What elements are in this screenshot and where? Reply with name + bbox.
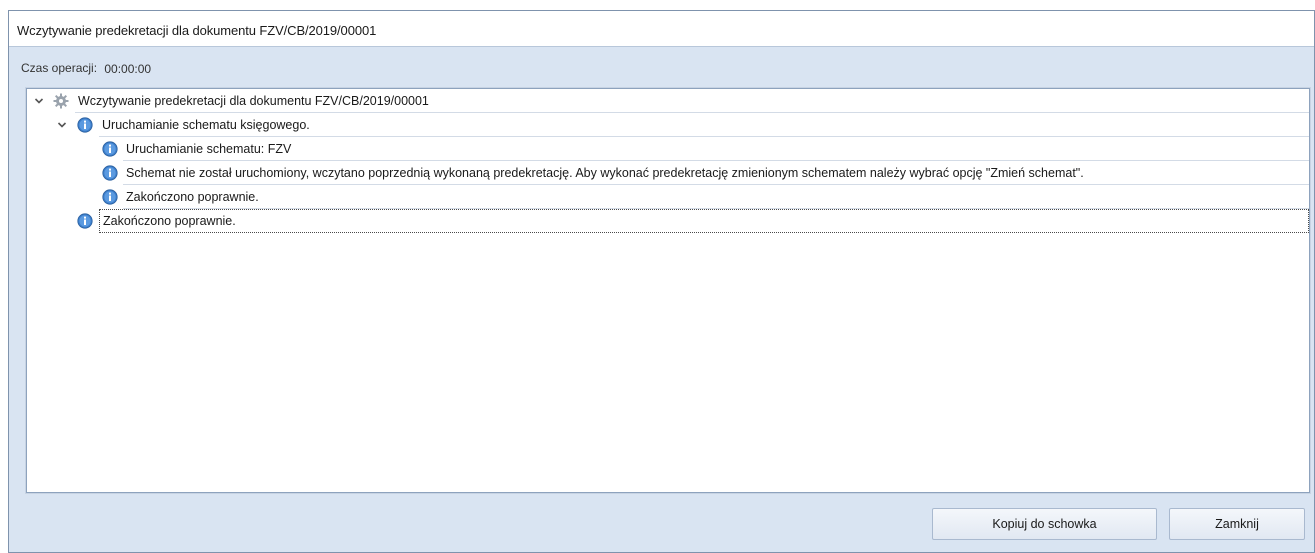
- tree-row-child-1-label: Uruchamianie schematu: FZV: [123, 137, 1309, 161]
- tree-row-child-2[interactable]: Schemat nie został uruchomiony, wczytano…: [27, 161, 1309, 185]
- tree-row-result[interactable]: Zakończono poprawnie.: [27, 209, 1309, 233]
- tree-row-root-label: Wczytywanie predekretacji dla dokumentu …: [75, 89, 1309, 113]
- info-icon: [102, 141, 118, 157]
- close-button[interactable]: Zamknij: [1169, 508, 1305, 540]
- info-icon: [102, 189, 118, 205]
- tree-row-child-2-label: Schemat nie został uruchomiony, wczytano…: [123, 161, 1309, 185]
- gear-icon: [53, 93, 69, 109]
- info-icon: [77, 117, 93, 133]
- tree-row-result-label: Zakończono poprawnie.: [99, 209, 1309, 233]
- tree-row-child-3-label: Zakończono poprawnie.: [123, 185, 1309, 209]
- tree-row-schema-label: Uruchamianie schematu księgowego.: [99, 113, 1309, 137]
- tree-row-root[interactable]: Wczytywanie predekretacji dla dokumentu …: [27, 89, 1309, 113]
- info-icon: [102, 165, 118, 181]
- chevron-down-icon[interactable]: [55, 118, 69, 132]
- operation-time-value: 00:00:00: [104, 62, 152, 76]
- dialog-title: Wczytywanie predekretacji dla dokumentu …: [9, 11, 1314, 47]
- log-tree[interactable]: Wczytywanie predekretacji dla dokumentu …: [25, 87, 1311, 494]
- tree-row-schema[interactable]: Uruchamianie schematu księgowego.: [27, 113, 1309, 137]
- chevron-down-icon[interactable]: [32, 94, 46, 108]
- info-icon: [77, 213, 93, 229]
- predekretacja-dialog: Wczytywanie predekretacji dla dokumentu …: [8, 10, 1315, 553]
- tree-row-child-1[interactable]: Uruchamianie schematu: FZV: [27, 137, 1309, 161]
- copy-to-clipboard-button[interactable]: Kopiuj do schowka: [932, 508, 1157, 540]
- tree-row-child-3[interactable]: Zakończono poprawnie.: [27, 185, 1309, 209]
- operation-time: Czas operacji: 00:00:00: [21, 61, 152, 76]
- operation-time-label: Czas operacji:: [21, 61, 98, 75]
